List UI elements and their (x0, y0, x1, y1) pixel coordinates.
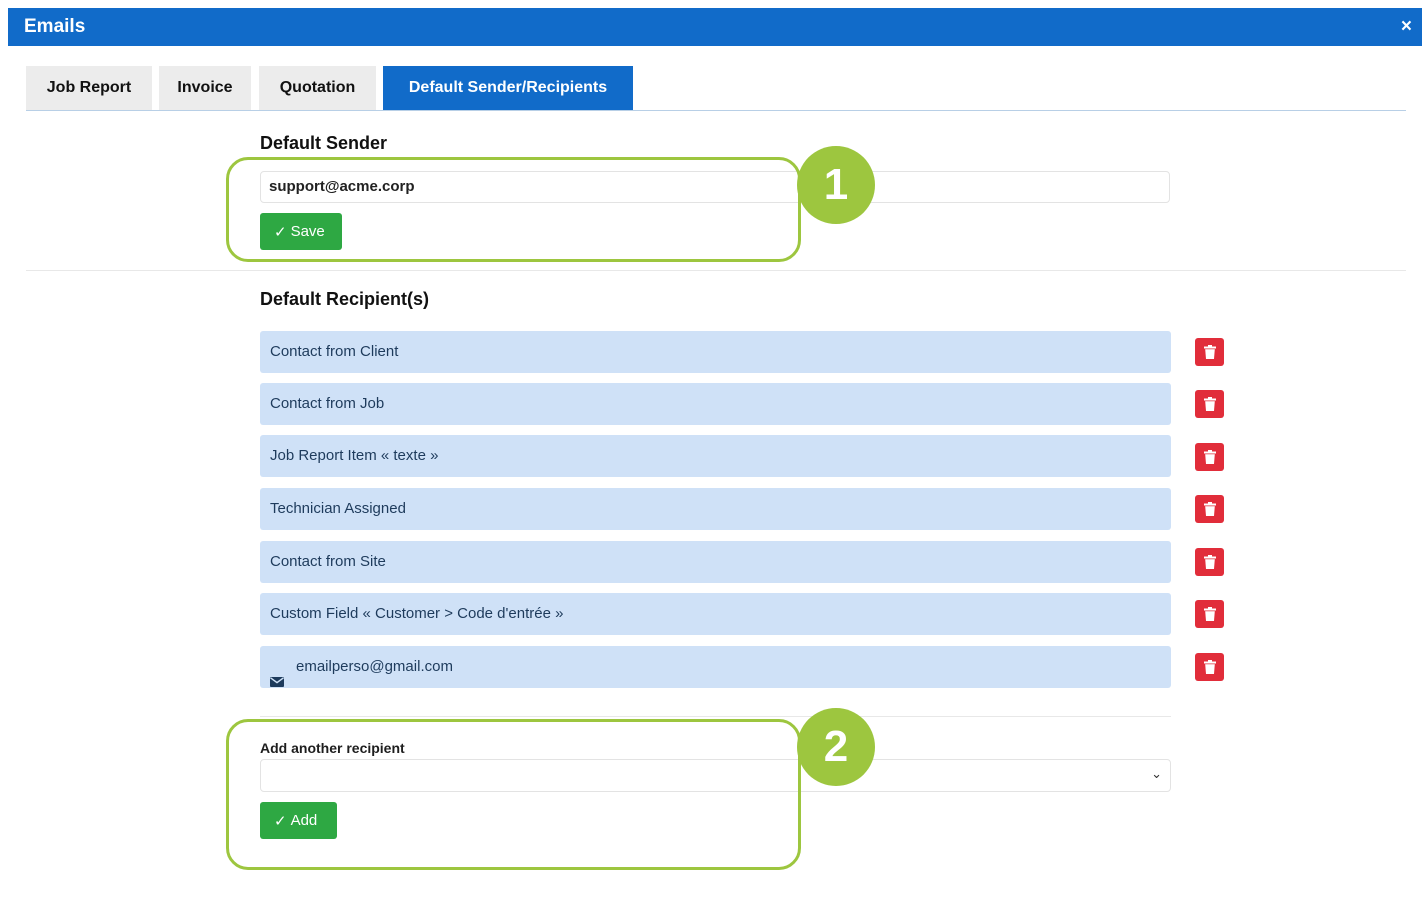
trash-icon (1203, 345, 1216, 359)
delete-recipient-button[interactable] (1195, 653, 1224, 681)
recipients-divider (260, 716, 1171, 717)
tab-bar: Job Report Invoice Quotation Default Sen… (26, 66, 1406, 111)
recipient-label: Technician Assigned (270, 500, 406, 517)
tab-job-report[interactable]: Job Report (26, 66, 152, 110)
callout-badge-2: 2 (797, 708, 875, 786)
close-icon[interactable]: × (1401, 16, 1412, 38)
recipient-item: Job Report Item « texte » (260, 435, 1171, 477)
trash-icon (1203, 450, 1216, 464)
recipient-label: Contact from Site (270, 553, 386, 570)
window-title: Emails (24, 16, 86, 37)
trash-icon (1203, 502, 1216, 516)
delete-recipient-button[interactable] (1195, 548, 1224, 576)
chevron-down-icon: ⌄ (1151, 766, 1162, 781)
delete-recipient-button[interactable] (1195, 495, 1224, 523)
default-sender-heading: Default Sender (260, 133, 388, 153)
recipient-item: emailperso@gmail.com (260, 646, 1171, 688)
envelope-icon (270, 662, 284, 687)
recipient-item: Contact from Client (260, 331, 1171, 373)
recipient-label: Job Report Item « texte » (270, 447, 439, 464)
recipient-item: Custom Field « Customer > Code d'entrée … (260, 593, 1171, 635)
recipient-item: Contact from Site (260, 541, 1171, 583)
callout-badge-1: 1 (797, 146, 875, 224)
recipient-label: Contact from Job (270, 395, 385, 412)
callout-highlight-2 (226, 719, 801, 870)
trash-icon (1203, 555, 1216, 569)
trash-icon (1203, 607, 1216, 621)
trash-icon (1203, 660, 1216, 674)
recipient-label: emailperso@gmail.com (296, 658, 453, 675)
section-divider (26, 270, 1406, 271)
trash-icon (1203, 397, 1216, 411)
recipient-item: Technician Assigned (260, 488, 1171, 530)
callout-highlight-1 (226, 157, 801, 262)
recipient-item: Contact from Job (260, 383, 1171, 425)
default-recipients-heading: Default Recipient(s) (260, 289, 430, 309)
delete-recipient-button[interactable] (1195, 443, 1224, 471)
recipient-label: Custom Field « Customer > Code d'entrée … (270, 605, 564, 622)
tab-default-sender-recipients[interactable]: Default Sender/Recipients (383, 66, 633, 110)
tab-quotation[interactable]: Quotation (259, 66, 376, 110)
delete-recipient-button[interactable] (1195, 600, 1224, 628)
recipient-label: Contact from Client (270, 343, 399, 360)
window-title-bar: Emails × (8, 8, 1422, 46)
delete-recipient-button[interactable] (1195, 390, 1224, 418)
tab-invoice[interactable]: Invoice (159, 66, 251, 110)
delete-recipient-button[interactable] (1195, 338, 1224, 366)
